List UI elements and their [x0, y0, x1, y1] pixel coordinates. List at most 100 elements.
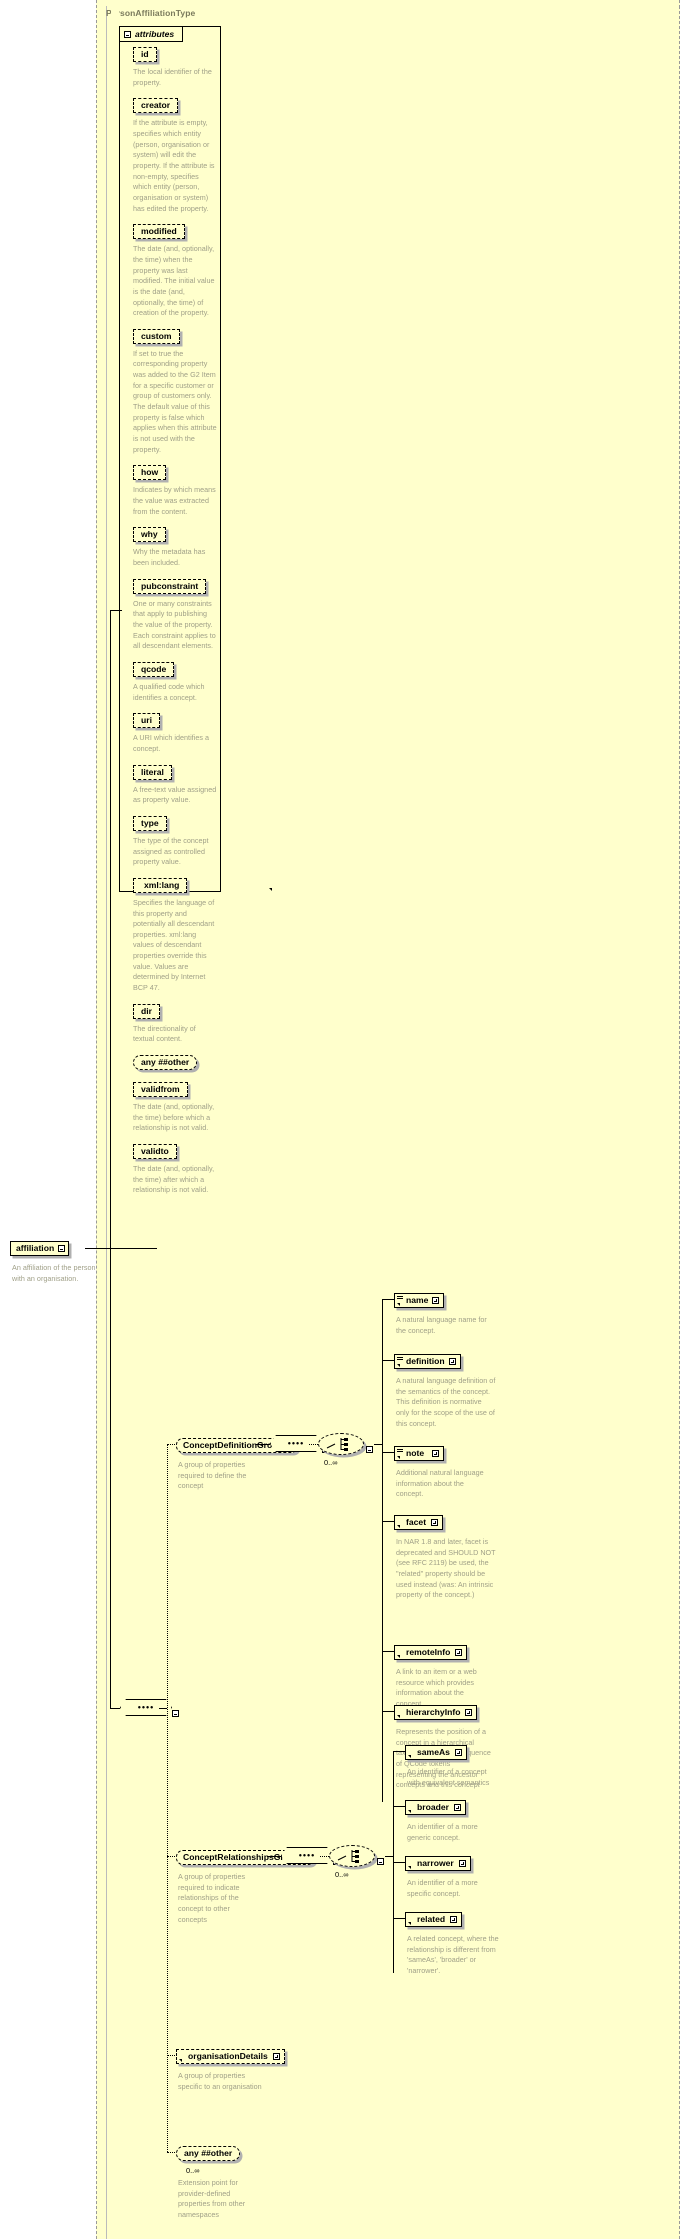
connector-line	[85, 1248, 157, 1249]
attribute-item[interactable]: qcode	[133, 659, 217, 677]
expand-icon[interactable]	[450, 1915, 458, 1923]
expand-icon[interactable]	[432, 1449, 440, 1457]
attribute-box-dir[interactable]: dir	[133, 1003, 160, 1019]
attribute-box-validto[interactable]: validto	[133, 1144, 177, 1160]
collapse-icon[interactable]	[366, 1446, 373, 1453]
element-remoteinfo[interactable]: remoteInfo	[394, 1642, 468, 1660]
collapse-icon[interactable]	[58, 1244, 66, 1252]
attribute-box-literal[interactable]: literal	[133, 764, 172, 780]
attribute-desc: The date (and, optionally, the time) bef…	[133, 1102, 215, 1133]
attribute-item[interactable]: modified	[133, 221, 217, 240]
attribute-item[interactable]: validto	[133, 1141, 217, 1160]
attribute-item[interactable]: creator	[133, 95, 217, 114]
element-definition[interactable]: definition	[394, 1351, 461, 1369]
group2-choice-widget[interactable]	[329, 1845, 384, 1867]
expand-icon[interactable]	[455, 1648, 463, 1656]
expand-icon[interactable]	[448, 1357, 456, 1365]
connector-line	[393, 1806, 405, 1807]
attribute-item[interactable]: dir	[133, 1001, 217, 1019]
element-box-organisationdetails[interactable]: organisationDetails	[176, 2049, 285, 2064]
element-label: note	[406, 1448, 425, 1458]
attribute-item[interactable]: id	[133, 44, 217, 62]
attribute-box-id[interactable]: id	[133, 47, 157, 62]
element-box-broader[interactable]: broader	[405, 1800, 466, 1815]
connector-line	[110, 610, 111, 1249]
expand-icon[interactable]	[465, 1708, 473, 1716]
source-element-affiliation[interactable]: affiliation	[10, 1238, 70, 1256]
element-box-name[interactable]: name	[394, 1293, 445, 1308]
element-box-related[interactable]: related	[405, 1912, 463, 1927]
attribute-box-pubconstraint[interactable]: pubconstraint	[133, 578, 207, 594]
attribute-box-xmllang[interactable]: xml:lang	[133, 877, 188, 893]
reference-arrow-icon	[408, 1809, 411, 1813]
group-desc: A group of properties required to indica…	[178, 1872, 246, 1924]
choice-indicator-icon[interactable]	[318, 1433, 364, 1455]
collapse-icon[interactable]	[124, 30, 131, 38]
attribute-desc: The type of the concept assigned as cont…	[133, 835, 209, 867]
choice-indicator-icon[interactable]	[329, 1845, 375, 1867]
attribute-box-validfrom[interactable]: validfrom	[133, 1082, 188, 1098]
attribute-box-modified[interactable]: modified	[133, 224, 185, 240]
element-label: facet	[406, 1517, 427, 1527]
attribute-item[interactable]: how	[133, 462, 217, 481]
group2-occurrence: 0..∞	[335, 1870, 349, 1879]
any-element-wrapper[interactable]: any ##other	[176, 2143, 241, 2161]
element-box-note[interactable]: note	[394, 1446, 445, 1461]
element-box-hierarchyinfo[interactable]: hierarchyInfo	[394, 1705, 478, 1720]
element-name[interactable]: name	[394, 1290, 445, 1308]
collapse-icon[interactable]	[377, 1858, 384, 1865]
attribute-box-type[interactable]: type	[133, 815, 167, 831]
attribute-item[interactable]: literal	[133, 762, 217, 780]
attribute-item[interactable]: uri	[133, 710, 217, 729]
expand-icon[interactable]	[432, 1296, 440, 1304]
element-box-affiliation[interactable]: affiliation	[10, 1241, 70, 1256]
element-organisationdetails[interactable]: organisationDetails	[176, 2046, 285, 2064]
any-attribute-box[interactable]: any ##other	[133, 1055, 198, 1071]
attribute-item[interactable]: xml:lang	[133, 875, 272, 893]
attribute-box-uri[interactable]: uri	[133, 713, 160, 729]
element-facet[interactable]: facet	[394, 1512, 444, 1530]
attribute-box-qcode[interactable]: qcode	[133, 661, 175, 677]
element-box-narrower[interactable]: narrower	[405, 1856, 471, 1871]
expand-icon[interactable]	[454, 1803, 461, 1811]
group1-choice-widget[interactable]	[318, 1433, 373, 1455]
attribute-item[interactable]: any ##other	[133, 1052, 217, 1071]
element-note[interactable]: note	[394, 1443, 445, 1461]
reference-arrow-icon	[397, 1455, 400, 1459]
attribute-item[interactable]: why	[133, 524, 217, 543]
expand-icon[interactable]	[454, 1748, 462, 1756]
element-sameas[interactable]: sameAs	[405, 1742, 467, 1760]
expand-icon[interactable]	[431, 1518, 439, 1526]
element-broader[interactable]: broader	[405, 1797, 466, 1815]
element-related[interactable]: related	[405, 1909, 463, 1927]
attribute-box-how[interactable]: how	[133, 465, 167, 481]
attribute-box-why[interactable]: why	[133, 527, 166, 543]
element-box-definition[interactable]: definition	[394, 1354, 461, 1369]
attribute-item[interactable]: type	[133, 813, 217, 831]
connector-line	[382, 1360, 394, 1361]
attribute-item[interactable]: pubconstraint	[133, 576, 217, 594]
content-lines-icon	[397, 1356, 403, 1361]
group2-sequence-widget[interactable]: ••••	[281, 1847, 340, 1865]
attribute-box-creator[interactable]: creator	[133, 98, 179, 114]
element-desc: A group of properties specific to an org…	[178, 2071, 262, 2091]
element-hierarchyinfo[interactable]: hierarchyInfo	[394, 1702, 478, 1720]
attribute-desc: One or many constraints that apply to pu…	[133, 598, 216, 651]
expand-icon[interactable]	[272, 2052, 280, 2060]
attribute-item[interactable]: validfrom	[133, 1079, 217, 1098]
root-sequence-widget[interactable]: ••••	[120, 1699, 179, 1717]
attribute-desc: A URI which identifies a concept.	[133, 733, 209, 753]
expand-icon[interactable]	[458, 1859, 466, 1867]
connector-line	[110, 610, 122, 611]
element-box-remoteinfo[interactable]: remoteInfo	[394, 1645, 468, 1660]
connector-line	[382, 1452, 394, 1453]
attributes-tab[interactable]: attributes	[119, 26, 184, 42]
attribute-box-custom[interactable]: custom	[133, 328, 180, 344]
group1-sequence-widget[interactable]: ••••	[270, 1435, 329, 1453]
element-narrower[interactable]: narrower	[405, 1853, 471, 1871]
any-element-box[interactable]: any ##other	[176, 2146, 241, 2161]
element-box-sameas[interactable]: sameAs	[405, 1745, 467, 1760]
collapse-icon[interactable]	[172, 1710, 179, 1717]
element-box-facet[interactable]: facet	[394, 1515, 444, 1530]
attribute-item[interactable]: custom	[133, 326, 217, 344]
